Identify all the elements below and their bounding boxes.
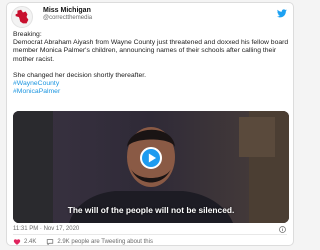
play-button[interactable] [140, 147, 162, 169]
tweet-card[interactable]: Miss Michigan @correctthemedia Breaking:… [6, 2, 294, 246]
video-caption: The will of the people will not be silen… [67, 205, 235, 215]
video-thumbnail[interactable]: The will of the people will not be silen… [13, 111, 289, 223]
tweet-body: Democrat Abraham Aiyash from Wayne Count… [13, 39, 289, 63]
twitter-bird-icon[interactable] [277, 9, 287, 18]
hashtag-waynecounty[interactable]: #WayneCounty [13, 80, 289, 88]
tweet-text: Breaking: Democrat Abraham Aiyash from W… [13, 31, 289, 96]
people-talking-text: 2.9K people are Tweeting about this [57, 238, 153, 245]
tweet-intro: Breaking: [13, 31, 42, 38]
tweet-followup: She changed her decision shortly thereaf… [13, 71, 147, 79]
tweet-actions: 2.4K 2.9K people are Tweeting about this [13, 237, 153, 246]
divider [13, 234, 287, 235]
avatar[interactable] [11, 6, 33, 28]
play-icon [148, 153, 157, 163]
timestamp[interactable]: 11:31 PM · Nov 17, 2020 [13, 226, 79, 232]
heart-icon [13, 238, 21, 245]
info-icon[interactable] [279, 226, 286, 233]
people-talking-action[interactable]: 2.9K people are Tweeting about this [46, 238, 153, 246]
hashtag-monicapalmer[interactable]: #MonicaPalmer [13, 88, 289, 96]
like-action[interactable]: 2.4K [13, 238, 36, 246]
page: Miss Michigan @correctthemedia Breaking:… [0, 0, 300, 250]
like-count: 2.4K [24, 238, 37, 245]
speech-bubble-icon [47, 238, 54, 245]
author-handle[interactable]: @correctthemedia [43, 15, 92, 21]
michigan-map-avatar-icon [15, 9, 29, 24]
author-name[interactable]: Miss Michigan [43, 7, 91, 14]
